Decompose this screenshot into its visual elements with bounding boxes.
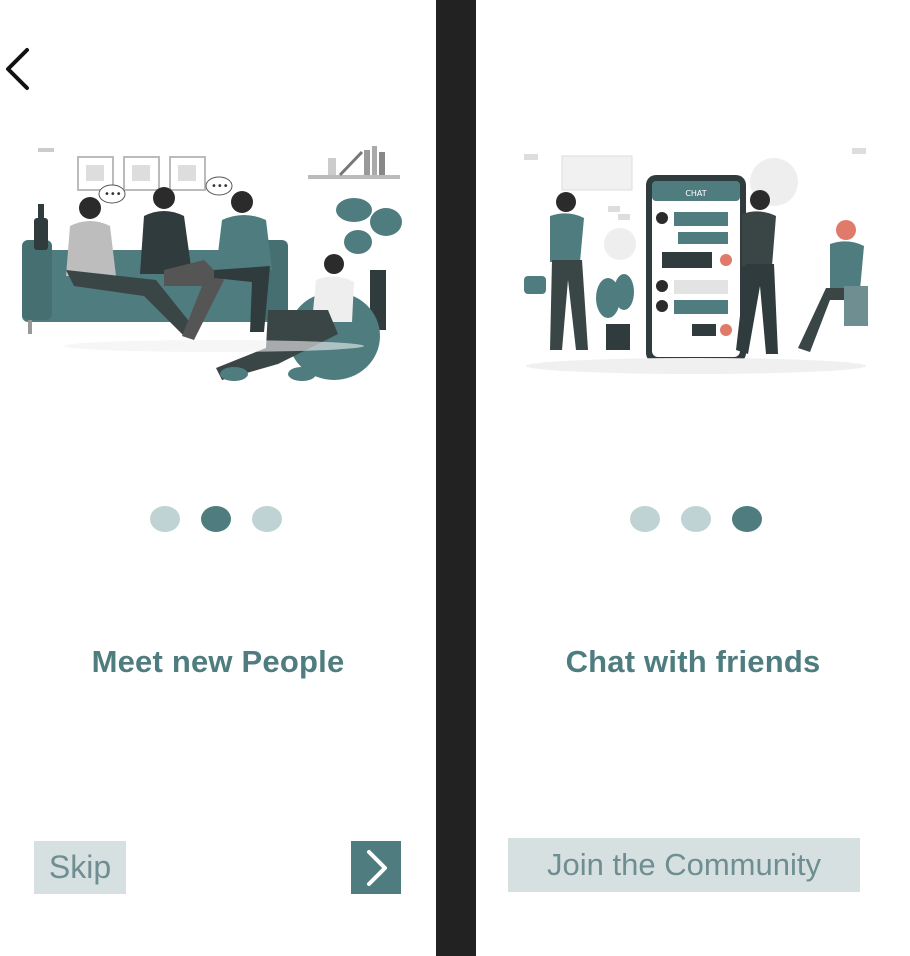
chat-phone-illustration: CHAT [524,148,868,374]
chevron-left-icon [6,48,29,90]
page-indicator [150,506,282,532]
onboarding-screen-meet-people: ••• ••• Meet new People Skip [0,0,436,956]
chevron-right-icon [367,849,387,886]
screen-divider [436,0,476,956]
svg-text:•••: ••• [104,189,122,200]
join-community-button[interactable]: Join the Community [508,838,860,892]
svg-text:•••: ••• [211,181,229,192]
page-dot[interactable] [630,506,660,532]
page-dot-active[interactable] [732,506,762,532]
page-dot-active[interactable] [201,506,231,532]
page-title: Chat with friends [565,644,821,679]
page-title: Meet new People [91,644,345,679]
phone-header-text: CHAT [685,189,706,198]
page-dot[interactable] [681,506,711,532]
friends-on-couch-illustration: ••• ••• [22,146,402,381]
back-button[interactable] [2,44,36,94]
page-dot[interactable] [150,506,180,532]
page-indicator [630,506,762,532]
onboarding-screen-chat: CHAT Chat with friends Join the Communit… [476,0,910,956]
skip-button[interactable]: Skip [34,841,126,894]
next-button[interactable] [351,841,401,894]
page-dot[interactable] [252,506,282,532]
